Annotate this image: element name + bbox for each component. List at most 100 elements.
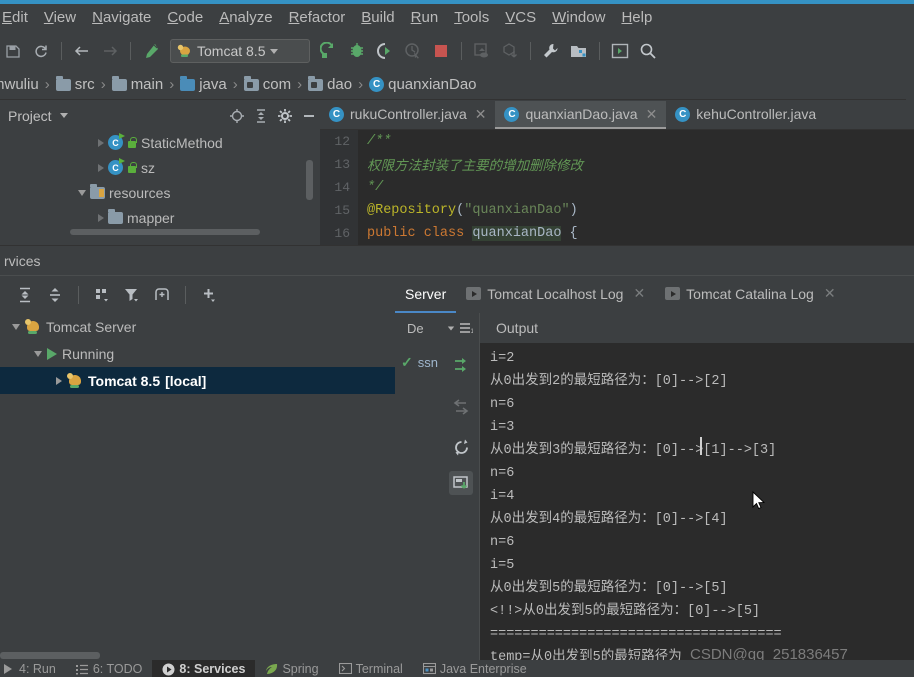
statusbar-terminal[interactable]: Terminal [329, 660, 413, 677]
run-icon[interactable] [316, 38, 342, 64]
build-hammer-icon[interactable] [138, 38, 164, 64]
expand-all-icon[interactable] [12, 282, 38, 308]
chevron-down-icon[interactable] [34, 350, 42, 357]
project-tree-hscrollbar[interactable] [70, 229, 260, 235]
commit-icon[interactable] [497, 38, 523, 64]
add-service-icon[interactable] [196, 282, 222, 308]
menu-item-build[interactable]: Build [353, 6, 402, 30]
chevron-right-icon[interactable] [98, 213, 104, 222]
breadcrumb-item-mwuliu[interactable]: mwuliu [0, 76, 39, 93]
add-tab-icon[interactable] [149, 282, 175, 308]
statusbar-8-services[interactable]: 8: Services [152, 660, 256, 677]
console-output-line: 从0出发到3的最短路径为：[0]-->[1]-->[3] [490, 443, 777, 458]
rerun-green-icon[interactable] [449, 353, 473, 377]
chevron-down-icon[interactable] [12, 323, 20, 330]
run-with-coverage-icon[interactable] [372, 38, 398, 64]
menu-item-edit[interactable]: Edit [0, 6, 36, 30]
statusbar-6-todo[interactable]: 6: TODO [66, 660, 153, 677]
profile-icon[interactable] [400, 38, 426, 64]
breadcrumb-item-label: main [130, 76, 164, 93]
collapse-all-icon[interactable] [42, 282, 68, 308]
project-structure-icon[interactable] [566, 38, 592, 64]
public-lock-icon [127, 162, 137, 173]
console-tab-tomcat-localhost-log[interactable]: Tomcat Localhost Log ✕ [456, 276, 655, 313]
debug-icon[interactable] [344, 38, 370, 64]
menu-item-tools[interactable]: Tools [446, 6, 497, 30]
group-by-icon[interactable] [89, 282, 115, 308]
breadcrumb-item-src[interactable]: src [55, 75, 95, 93]
statusbar-spring[interactable]: Spring [255, 660, 328, 677]
console-output-line: i=5 [490, 558, 515, 573]
project-view-chevron-down-icon[interactable] [59, 113, 68, 118]
console-tab-server[interactable]: Server [395, 276, 457, 313]
close-icon[interactable]: ✕ [633, 285, 645, 302]
statusbar-java-enterprise[interactable]: Java Enterprise [413, 660, 537, 677]
search-everywhere-icon[interactable] [635, 38, 661, 64]
restart-icon[interactable] [449, 435, 473, 459]
locate-file-icon[interactable] [226, 105, 248, 127]
services-tree-row-tomcat-server[interactable]: Tomcat Server [0, 313, 395, 340]
services-tree-row-running[interactable]: Running [0, 340, 395, 367]
chevron-right-icon[interactable] [98, 163, 104, 172]
project-tree-vscrollbar[interactable] [306, 160, 313, 200]
services-tree-row-tomcat-8-5[interactable]: Tomcat 8.5 [local] [0, 367, 395, 394]
statusbar-4-run[interactable]: 4: Run [0, 660, 66, 677]
editor-tab-kehuController[interactable]: CkehuController.java [666, 101, 825, 129]
run-configuration-selector[interactable]: Tomcat 8.5 [170, 39, 310, 63]
chevron-right-icon[interactable] [56, 376, 62, 385]
console-output[interactable]: i=2 从0出发到2的最短路径为：[0]-->[2] n=6 i=3 从0出发到3的最短… [480, 343, 914, 660]
chevron-right-icon[interactable] [98, 138, 104, 147]
stop-icon[interactable] [428, 38, 454, 64]
deploy-all-icon[interactable] [449, 471, 473, 495]
editor-tab-quanxianDao[interactable]: CquanxianDao.java ✕ [495, 101, 667, 129]
open-console-icon[interactable] [607, 38, 633, 64]
collapse-all-icon[interactable] [250, 105, 272, 127]
save-all-icon[interactable] [0, 38, 26, 64]
breadcrumb-item-com[interactable]: com [243, 75, 291, 93]
services-tree-hscrollbar[interactable] [0, 652, 100, 659]
menu-item-code[interactable]: Code [159, 6, 211, 30]
console-output-line: i=4 [490, 489, 515, 504]
settings-wrench-icon[interactable] [538, 38, 564, 64]
project-tree[interactable]: C StaticMethod Csz resources mapper [0, 130, 320, 235]
menu-item-help[interactable]: Help [613, 6, 660, 30]
filter-icon[interactable] [119, 282, 145, 308]
console-tab-tomcat-catalina-log[interactable]: Tomcat Catalina Log ✕ [655, 276, 845, 313]
chevron-down-icon[interactable] [78, 189, 86, 196]
deployment-chevron-down-icon[interactable] [447, 326, 455, 330]
services-icon [162, 663, 175, 675]
settings-gear-icon[interactable] [274, 105, 296, 127]
menu-item-view[interactable]: View [36, 6, 84, 30]
hide-tool-window-icon[interactable] [298, 105, 320, 127]
editor-tab-rukuController[interactable]: CrukuController.java ✕ [320, 101, 495, 129]
project-tree-row[interactable]: C StaticMethod [0, 130, 320, 155]
navigate-forward-icon[interactable] [97, 38, 123, 64]
redeploy-dim-icon[interactable] [449, 395, 473, 419]
menu-item-refactor[interactable]: Refactor [281, 6, 354, 30]
navigate-back-icon[interactable] [69, 38, 95, 64]
breadcrumb-item-java[interactable]: java [180, 75, 227, 93]
project-tree-row[interactable]: Csz [0, 155, 320, 180]
deployment-list-icon[interactable]: 1 [459, 322, 473, 334]
chevron-down-icon[interactable] [270, 48, 279, 54]
close-icon[interactable]: ✕ [475, 106, 487, 123]
breadcrumb-item-quanxianDao[interactable]: CquanxianDao [369, 76, 477, 93]
code-line: 14 */ [320, 176, 914, 199]
project-tree-row[interactable]: mapper [0, 205, 320, 230]
close-icon[interactable]: ✕ [824, 285, 836, 302]
menu-item-navigate[interactable]: Navigate [84, 6, 159, 30]
breadcrumb-item-main[interactable]: main [111, 75, 164, 93]
deployment-list[interactable]: ✓ ssn [395, 343, 480, 660]
code-editor[interactable]: 12 /** 13 权限方法封装了主要的增加删除修改 14 */ 15 @Repository… [320, 130, 914, 245]
menu-item-vcs[interactable]: VCS [497, 6, 544, 30]
services-tree[interactable]: Tomcat Server Running Tomcat 8.5 [local] [0, 313, 395, 660]
menu-item-run[interactable]: Run [403, 6, 447, 30]
code-line: 12 /** [320, 130, 914, 153]
project-tree-row[interactable]: resources [0, 180, 320, 205]
menu-item-window[interactable]: Window [544, 6, 613, 30]
menu-item-analyze[interactable]: Analyze [211, 6, 280, 30]
sync-refresh-icon[interactable] [28, 38, 54, 64]
breadcrumb-item-dao[interactable]: dao [308, 75, 352, 93]
update-project-icon[interactable] [469, 38, 495, 64]
close-icon[interactable]: ✕ [646, 106, 658, 123]
